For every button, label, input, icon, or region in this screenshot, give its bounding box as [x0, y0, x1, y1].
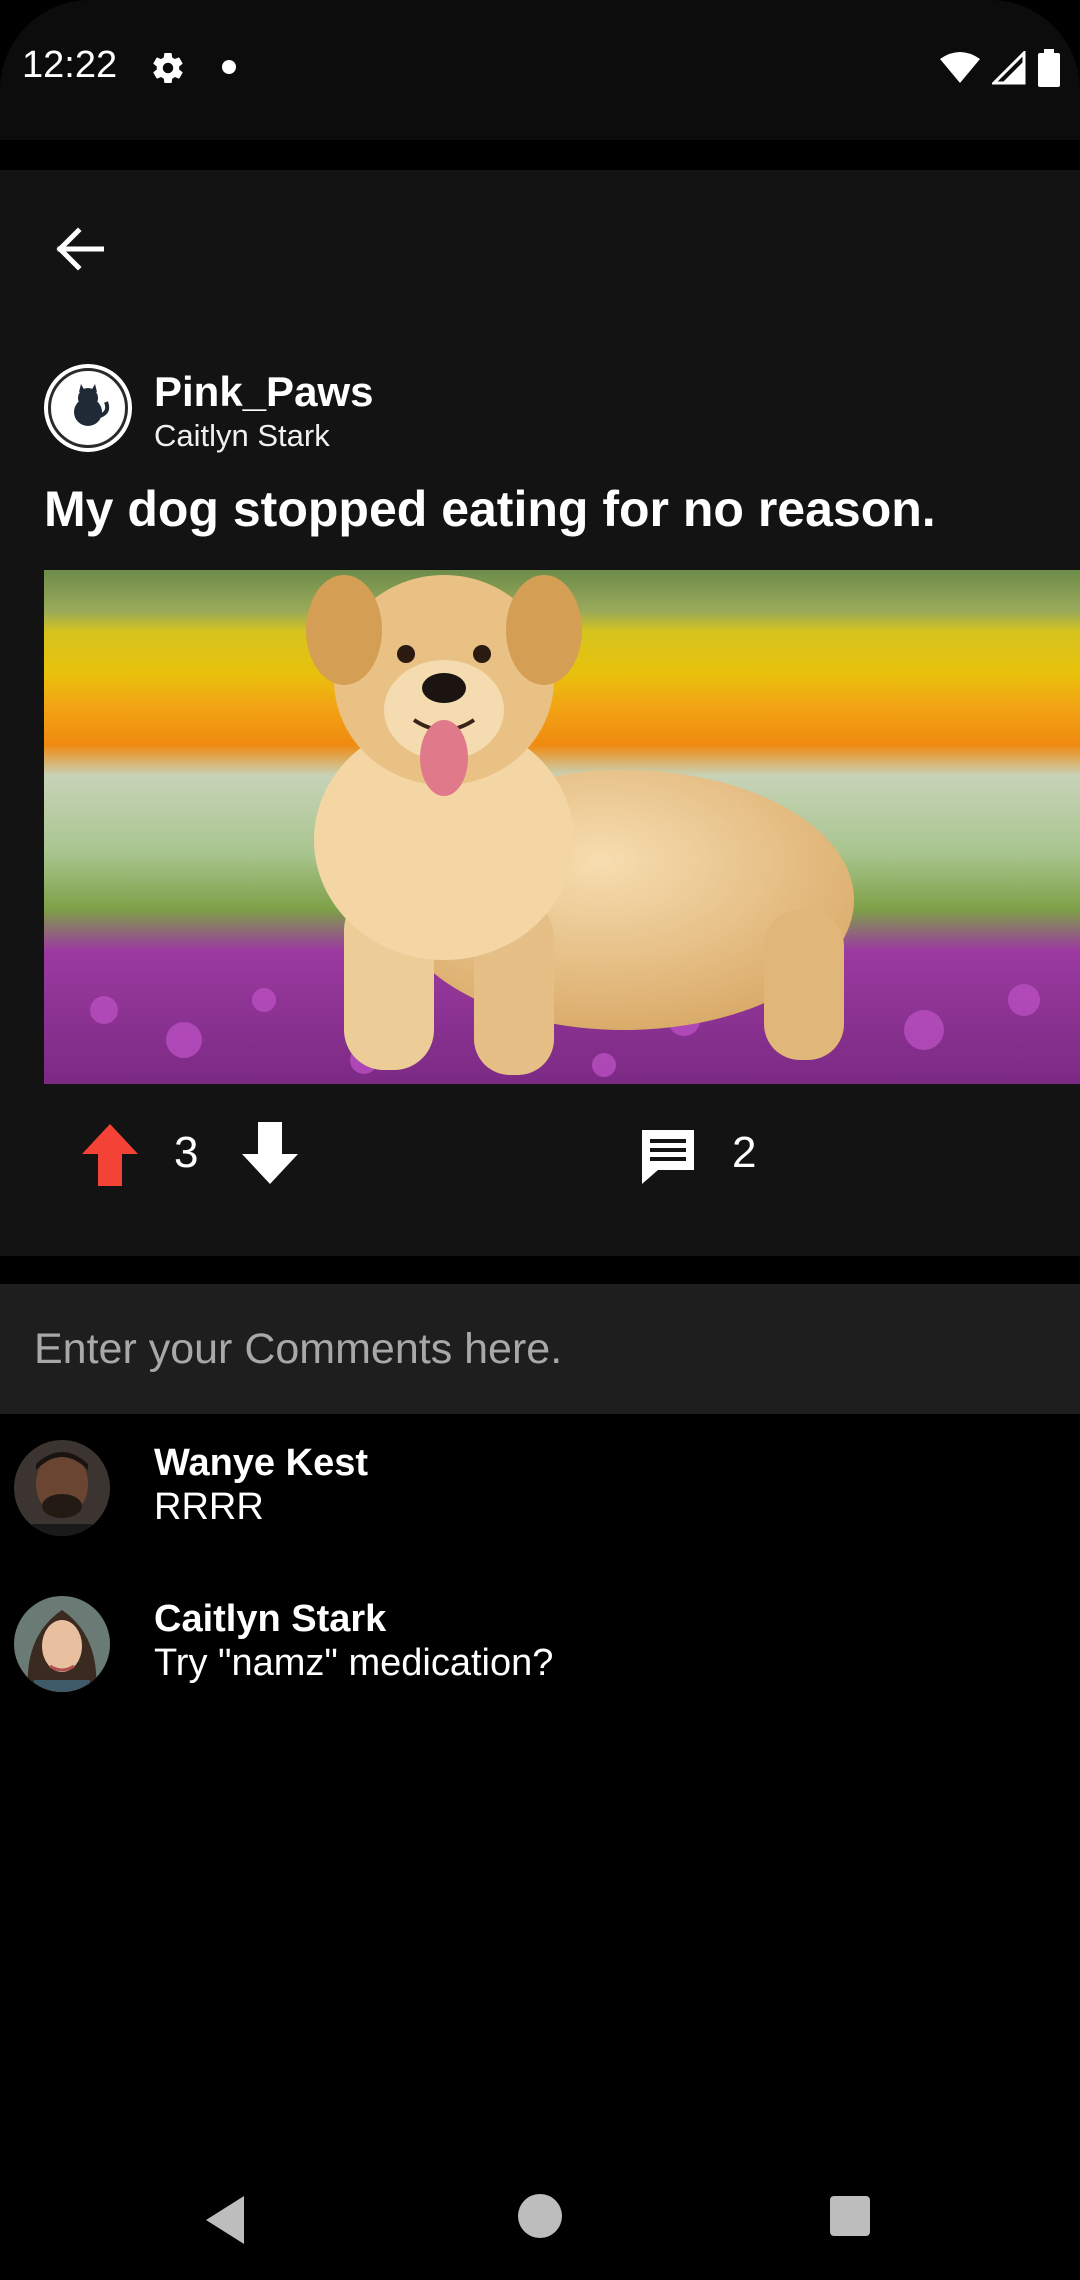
- post-author-name: Caitlyn Stark: [154, 418, 330, 453]
- vote-row: 3 2: [0, 1118, 1080, 1190]
- system-nav-bar: [0, 2160, 1080, 2280]
- post-username[interactable]: Pink_Paws: [154, 368, 373, 416]
- back-arrow-icon: [56, 227, 104, 271]
- wifi-icon: [940, 52, 980, 83]
- comment-author[interactable]: Caitlyn Stark: [154, 1598, 386, 1641]
- settings-gear-icon: [153, 53, 183, 84]
- golden-retriever-photo-icon: [44, 570, 1080, 1084]
- post-card: Pink_Paws Caitlyn Stark My dog stopped e…: [0, 328, 1080, 1256]
- comment-item[interactable]: Wanye Kest RRRR: [0, 1440, 1080, 1570]
- man-portrait-icon: [14, 1440, 110, 1536]
- notification-dot-icon: [222, 60, 236, 74]
- comment-bubble-icon[interactable]: [638, 1126, 698, 1186]
- downvote-arrow-icon[interactable]: [240, 1118, 300, 1190]
- app-bar: [0, 170, 1080, 328]
- comment-text: RRRR: [154, 1486, 264, 1528]
- comment-count: 2: [732, 1128, 757, 1177]
- comment-text: Try "namz" medication?: [154, 1642, 554, 1684]
- nav-recents-square-icon[interactable]: [830, 2196, 870, 2236]
- status-indicators: [940, 48, 1060, 88]
- status-time: 12:22: [22, 44, 118, 86]
- comment-item[interactable]: Caitlyn Stark Try "namz" medication?: [0, 1596, 1080, 1726]
- battery-icon: [1038, 49, 1060, 87]
- back-button[interactable]: [44, 214, 114, 284]
- commenter-avatar[interactable]: [14, 1440, 110, 1536]
- post-title: My dog stopped eating for no reason.: [44, 481, 936, 537]
- cell-signal-icon: [992, 51, 1026, 85]
- comment-input[interactable]: [0, 1284, 1080, 1414]
- woman-portrait-icon: [14, 1596, 110, 1692]
- nav-back-triangle-icon[interactable]: [200, 2192, 250, 2248]
- nav-home-circle-icon[interactable]: [518, 2194, 562, 2238]
- commenter-avatar[interactable]: [14, 1596, 110, 1692]
- post-image[interactable]: [44, 570, 1080, 1084]
- upvote-arrow-icon[interactable]: [80, 1118, 140, 1190]
- comment-author[interactable]: Wanye Kest: [154, 1442, 368, 1485]
- post-avatar[interactable]: [44, 364, 132, 452]
- status-bar: 12:22: [0, 0, 1080, 140]
- phone-screen: 12:22 Pink_Paws Caitlyn Stark My dog sto…: [0, 0, 1080, 2280]
- vote-count: 3: [174, 1128, 199, 1177]
- cat-logo-icon: [74, 384, 110, 426]
